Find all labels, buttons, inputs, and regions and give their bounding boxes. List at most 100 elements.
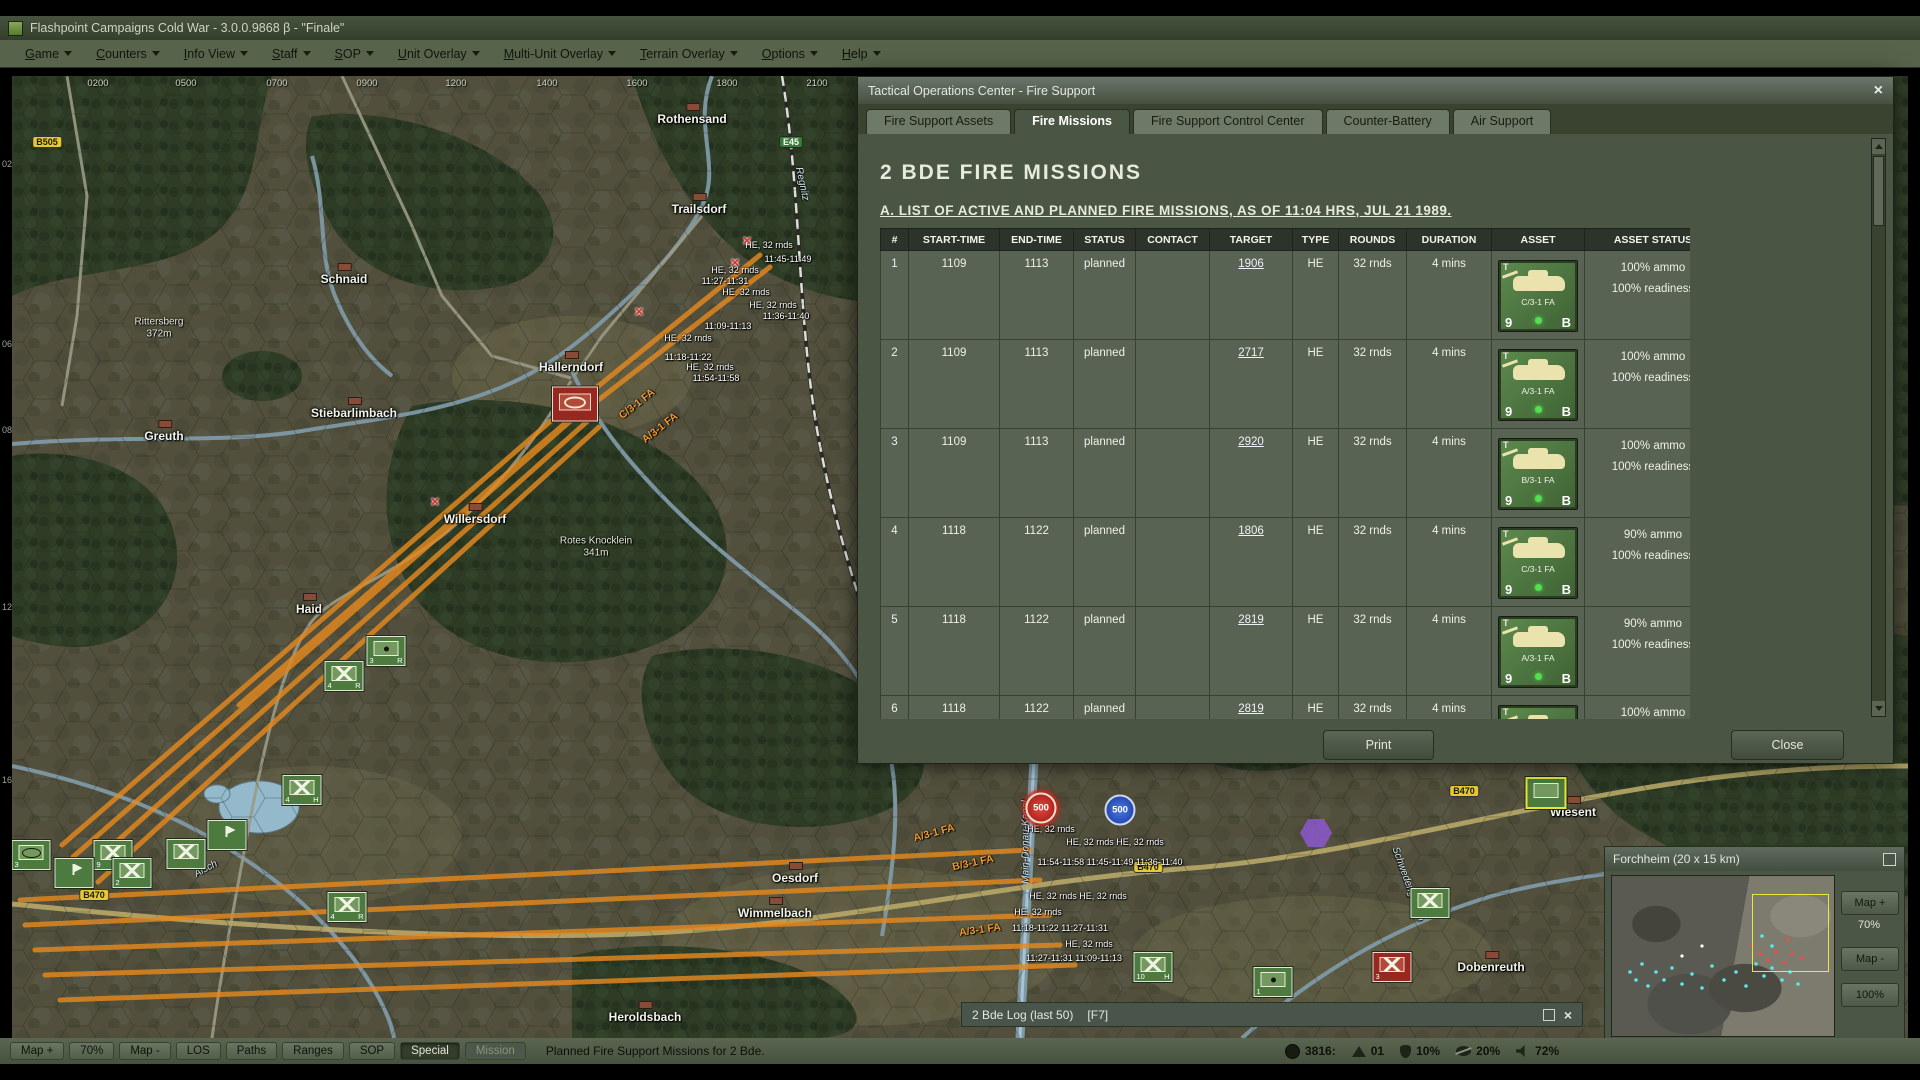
menu-terrain-overlay[interactable]: Terrain Overlay [629,43,749,65]
cell-n: 5 [881,607,909,696]
unit-left-label: 4 [328,681,332,690]
tab-counter-battery[interactable]: Counter-Battery [1326,109,1450,134]
close-icon[interactable]: × [1874,83,1883,99]
asset-counter[interactable]: TB/3-1 FA9B [1498,705,1578,719]
map-row-16: 16 [2,775,12,785]
map-row-02: 02 [2,159,12,169]
hill-label-rotes-knocklein: Rotes Knocklein341m [560,536,632,559]
target-link[interactable]: 2920 [1238,436,1264,448]
target-link[interactable]: 2717 [1238,347,1264,359]
menu-multi-unit-overlay[interactable]: Multi-Unit Overlay [493,43,627,65]
cell-end: 1122 [1000,518,1074,607]
unit-counter-inf[interactable]: 4H [283,775,322,805]
map-button[interactable]: Map - [119,1042,170,1060]
paths-button[interactable]: Paths [226,1042,277,1060]
fire-mission-note: HE, 32 rnds [745,240,793,250]
asset-counter[interactable]: TA/3-1 FA9B [1498,616,1578,688]
minimap-zoom-out-button[interactable]: Map - [1841,947,1899,971]
menu-sop[interactable]: SOP [324,43,385,65]
scroll-up-arrow[interactable] [1872,139,1885,154]
ammo-line: 100% ammo [1586,258,1690,279]
unit-counter-inf[interactable] [1411,888,1450,918]
map-row-06: 06 [2,339,12,349]
tab-fire-support-control-center[interactable]: Fire Support Control Center [1133,109,1323,134]
asset-counter[interactable]: TA/3-1 FA9B [1498,349,1578,421]
col-status: STATUS [1074,229,1136,251]
ranges-button[interactable]: Ranges [282,1042,344,1060]
victory-point-red[interactable]: 500 [1026,793,1057,824]
asset-counter[interactable]: TC/3-1 FA9B [1498,527,1578,599]
fire-mission-note: 11:54-11:58 11:45-11:49 11:36-11:40 [1037,857,1182,867]
tab-fire-support-assets[interactable]: Fire Support Assets [866,109,1011,134]
minimap-titlebar[interactable]: Forchheim (20 x 15 km) [1605,847,1904,871]
cell-status: planned [1074,340,1136,429]
unit-counter-inf[interactable]: 10H [1134,952,1173,982]
unit-counter-enemy[interactable]: 3 [1373,952,1412,982]
scroll-down-arrow[interactable] [1872,701,1885,716]
los-button[interactable]: LOS [176,1042,221,1060]
special-button[interactable]: Special [400,1042,460,1060]
unit-counter-arty[interactable]: 1 [1254,967,1293,997]
asset-counter[interactable]: TC/3-1 FA9B [1498,260,1578,332]
tab-fire-missions[interactable]: Fire Missions [1014,109,1130,134]
sop-button[interactable]: SOP [349,1042,395,1060]
town-label-dobenreuth: Dobenreuth [1457,960,1524,974]
unit-counter-enemy-armor[interactable] [552,387,598,422]
close-button[interactable]: Close [1731,730,1844,760]
bde-log-bar[interactable]: 2 Bde Log (last 50) [F7] × [961,1002,1583,1027]
minimap-zoom-full-button[interactable]: 100% [1841,983,1899,1007]
menu-unit-overlay[interactable]: Unit Overlay [387,43,491,65]
target-link[interactable]: 1906 [1238,258,1264,270]
unit-counter-inf[interactable] [167,839,206,869]
unit-counter-armor[interactable]: 3 [12,840,51,870]
unit-counter-inf[interactable]: 2 [113,858,152,888]
unit-left-label: 9 [97,860,101,869]
popout-icon[interactable] [1543,1009,1555,1021]
close-icon[interactable]: × [1564,1008,1572,1022]
target-link[interactable]: 1806 [1238,525,1264,537]
menu-staff[interactable]: Staff [261,43,322,65]
asset-counter[interactable]: TB/3-1 FA9B [1498,438,1578,510]
minimap-zoom-in-button[interactable]: Map + [1841,891,1899,915]
fire-mission-note: 11:27-11:31 11:09-11:13 [1026,953,1122,963]
fire-mission-note: 11:27-11:31 [702,276,749,286]
dialog-titlebar[interactable]: Tactical Operations Center - Fire Suppor… [858,77,1893,104]
menu-options[interactable]: Options [751,43,829,65]
menu-game[interactable]: Game [14,43,83,65]
70-button[interactable]: 70% [69,1042,114,1060]
town-label-trailsdorf: Trailsdorf [672,202,727,216]
unit-left-label: 2 [116,878,120,887]
col-num: # [881,229,909,251]
minimap-viewport-rect[interactable] [1752,894,1829,972]
tab-air-support[interactable]: Air Support [1453,109,1552,134]
cell-asset-status: 100% ammo100% readiness [1585,696,1691,720]
scroll-thumb[interactable] [1873,156,1884,226]
print-button[interactable]: Print [1323,730,1434,760]
unit-symbol [559,394,591,411]
ammo-line: 90% ammo [1586,525,1690,546]
cell-status: planned [1074,518,1136,607]
unit-counter-arty[interactable]: 3R [367,636,406,666]
readiness-dot [1535,495,1542,502]
menu-help[interactable]: Help [831,43,892,65]
target-link[interactable]: 2819 [1238,703,1264,715]
target-link[interactable]: 2819 [1238,614,1264,626]
menu-label: Unit Overlay [398,47,467,61]
map-button[interactable]: Map + [10,1042,64,1060]
menu-counters[interactable]: Counters [85,43,171,65]
town-label-schnaid: Schnaid [321,272,368,286]
victory-point-blue[interactable]: 500 [1105,795,1136,826]
dialog-scrollbar[interactable] [1871,138,1886,717]
fire-mission-note: HE, 32 rnds [749,300,797,310]
cell-duration: 4 mins [1407,696,1492,720]
unit-counter-hq[interactable] [208,820,247,850]
unit-left-label: 10 [1137,972,1145,981]
menu-info-view[interactable]: Info View [173,43,259,65]
cell-asset-status: 100% ammo100% readiness [1585,429,1691,518]
minimap-image[interactable] [1611,875,1835,1037]
unit-counter-hq[interactable] [55,858,94,888]
unit-counter-inf[interactable]: 4R [328,892,367,922]
unit-counter-inf[interactable]: 4R [325,661,364,691]
unit-counter-yellow[interactable] [1526,777,1567,809]
pin-icon[interactable] [1883,853,1896,866]
